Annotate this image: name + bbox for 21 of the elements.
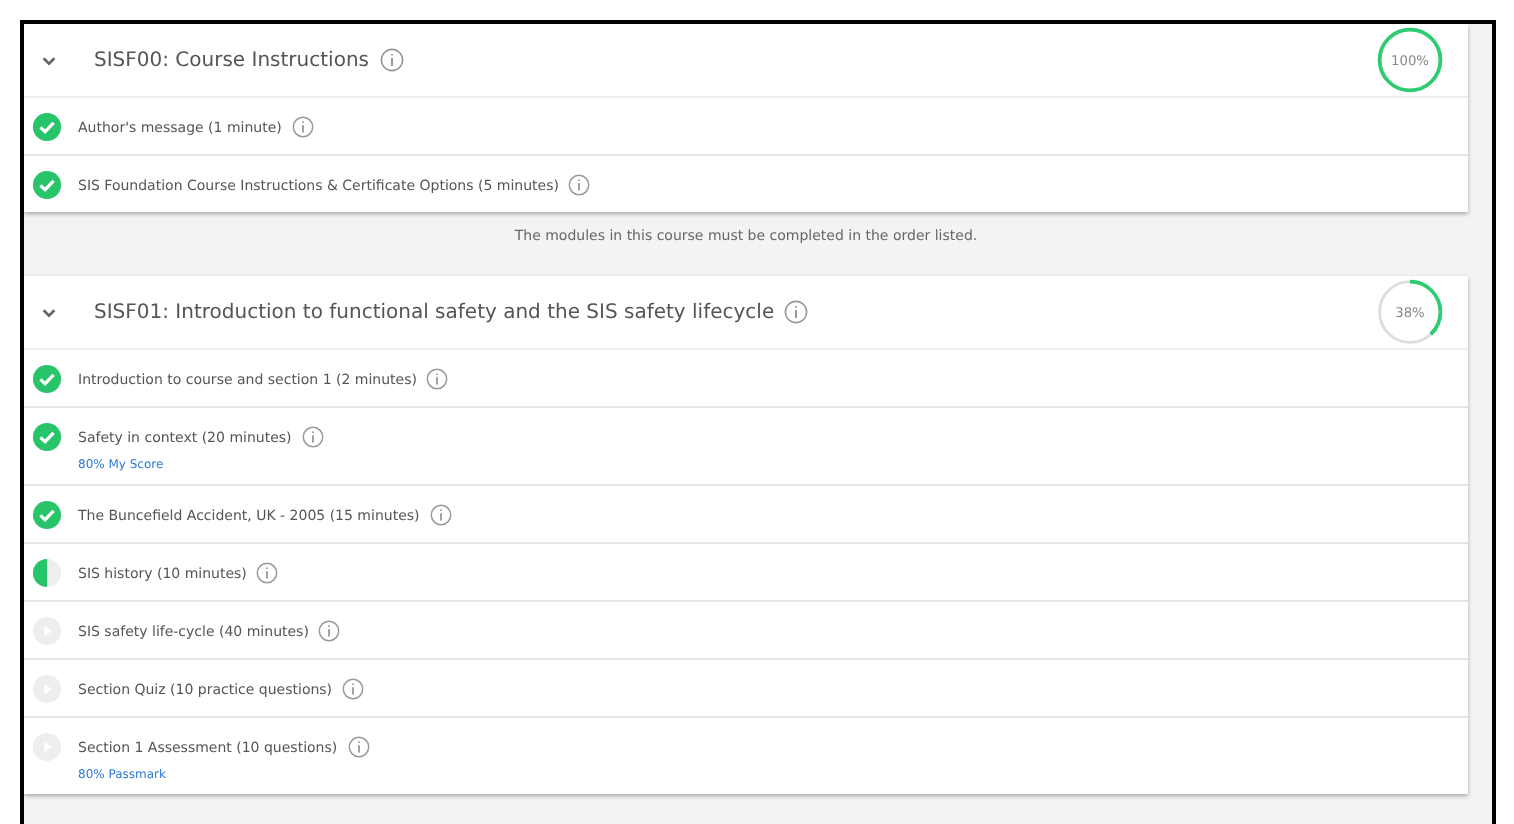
chevron-icon[interactable] — [40, 51, 58, 69]
info-icon[interactable] — [342, 678, 365, 700]
info-icon[interactable] — [301, 426, 324, 448]
info-icon[interactable] — [379, 48, 403, 72]
check-circle-icon — [32, 500, 62, 530]
check-circle-icon — [32, 170, 62, 200]
check-circle-icon — [32, 112, 62, 142]
info-icon[interactable] — [347, 736, 370, 758]
info-icon[interactable] — [426, 368, 449, 390]
module-title[interactable]: SISF01: Introduction to functional safety and the SIS safety lifecycle — [94, 301, 775, 323]
module-title[interactable]: SISF00: Course Instructions — [94, 49, 369, 71]
half-circle-icon — [32, 558, 62, 588]
check-circle-icon — [32, 422, 62, 452]
info-icon[interactable] — [256, 562, 279, 584]
chevron-icon[interactable] — [40, 303, 58, 321]
info-icon[interactable] — [291, 116, 314, 138]
check-circle-icon — [32, 364, 62, 394]
info-icon[interactable] — [784, 300, 809, 324]
info-icon[interactable] — [429, 504, 452, 526]
info-icon[interactable] — [568, 174, 591, 196]
info-icon[interactable] — [318, 620, 341, 642]
